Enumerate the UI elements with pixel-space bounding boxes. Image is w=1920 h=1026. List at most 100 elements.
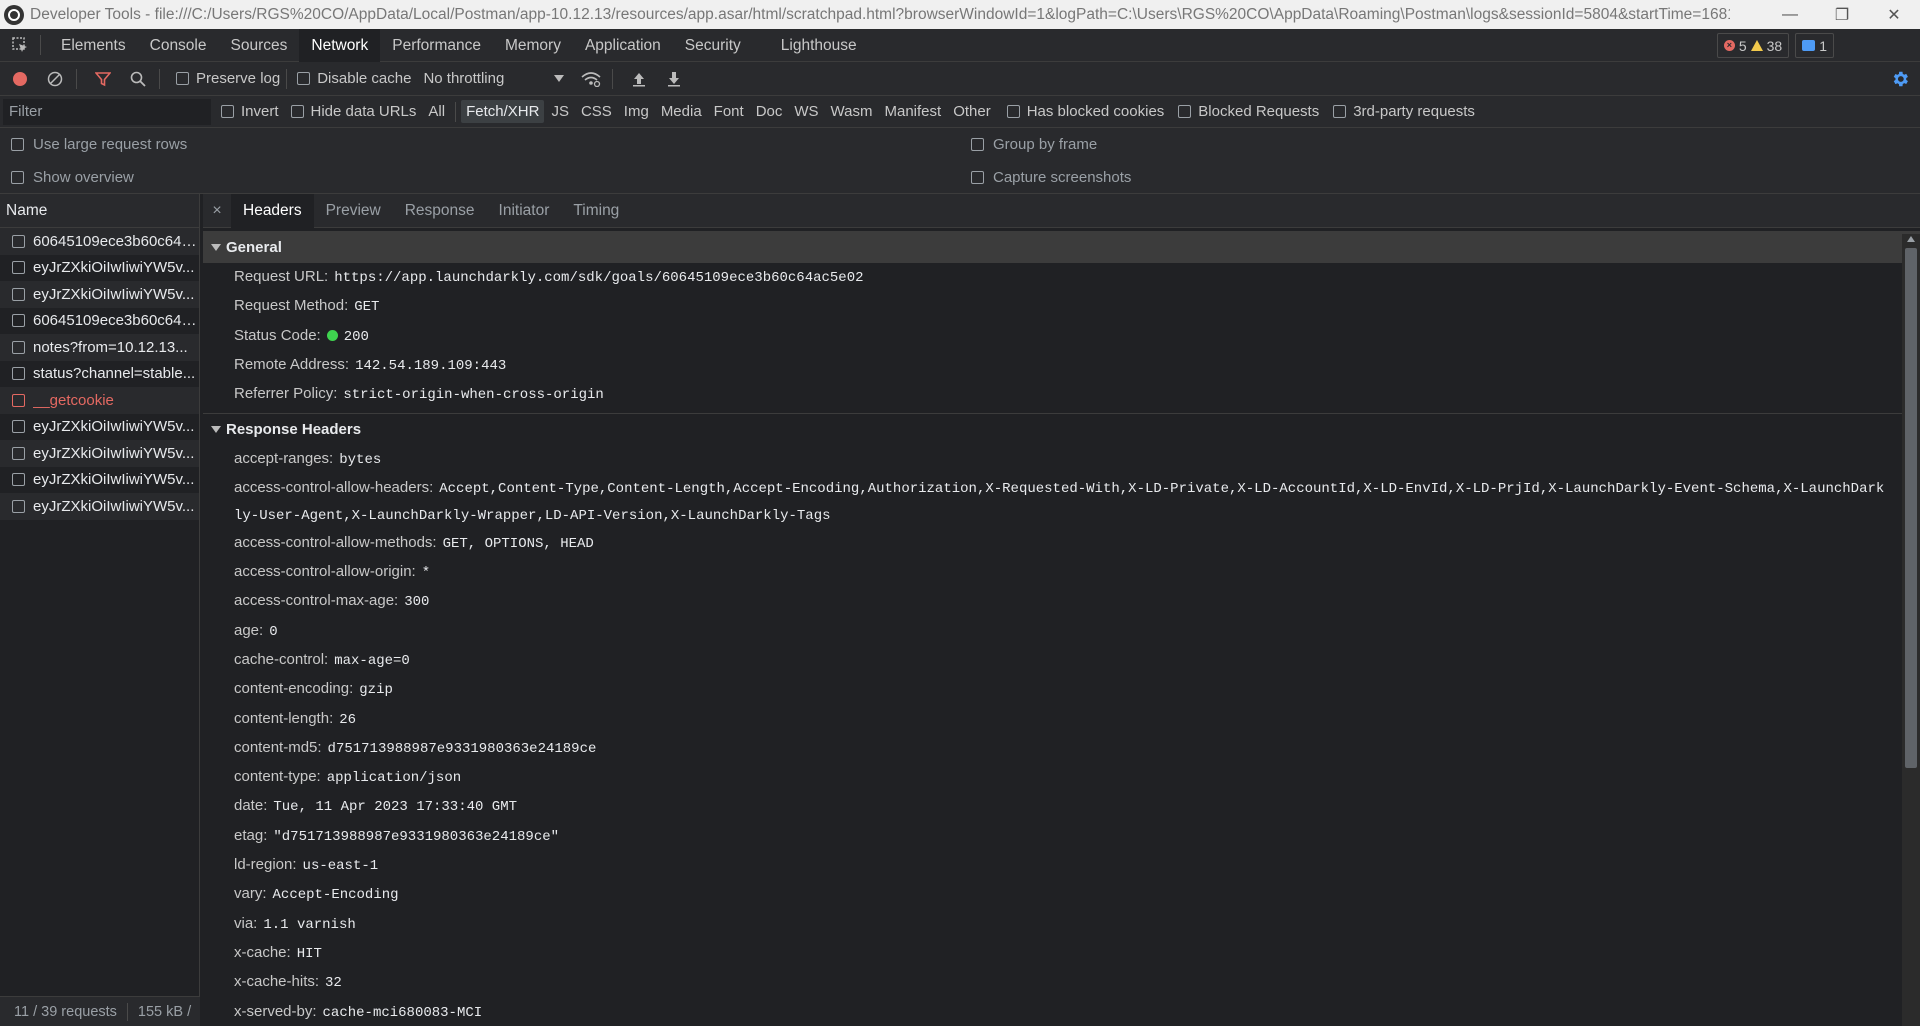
request-row[interactable]: 60645109ece3b60c64a... (0, 228, 199, 255)
restore-icon[interactable]: ❐ (1816, 0, 1868, 29)
request-row-checkbox[interactable] (12, 287, 25, 301)
network-settings-gear-icon[interactable] (1886, 65, 1914, 93)
checkbox-box[interactable] (1333, 105, 1347, 118)
network-status-bar: 11 / 39 requests 155 kB / (0, 996, 200, 1026)
disable-cache-checkbox[interactable]: Disable cache (297, 70, 411, 87)
checkbox-box[interactable] (11, 138, 24, 151)
header-row: access-control-allow-methods: GET, OPTION… (203, 529, 1920, 558)
filter-icon[interactable] (88, 65, 118, 93)
tab-security[interactable]: Security (673, 29, 753, 62)
tab-preview[interactable]: Preview (314, 194, 393, 228)
general-section-header[interactable]: General (203, 231, 1920, 263)
checkbox-box[interactable] (1006, 105, 1020, 118)
show-overview-checkbox[interactable]: Show overview (11, 169, 134, 186)
request-row[interactable]: eyJrZXkiOiIwIiwiYW5v... (0, 414, 199, 441)
type-filter-js[interactable]: JS (546, 100, 574, 123)
request-row-checkbox[interactable] (12, 420, 25, 434)
scrollbar-thumb[interactable] (1905, 248, 1917, 768)
response-headers-section-header[interactable]: Response Headers (203, 413, 1920, 445)
checkbox-box[interactable] (971, 138, 984, 151)
vertical-scrollbar[interactable] (1902, 234, 1920, 1026)
request-row-checkbox[interactable] (12, 393, 25, 407)
tab-sources[interactable]: Sources (219, 29, 300, 62)
tab-memory[interactable]: Memory (493, 29, 573, 62)
tab-console[interactable]: Console (138, 29, 219, 62)
request-row-checkbox[interactable] (12, 314, 25, 328)
capture-screenshots-checkbox[interactable]: Capture screenshots (971, 169, 1131, 186)
throttling-select[interactable]: No throttling (423, 70, 565, 87)
large-request-rows-checkbox[interactable]: Use large request rows (11, 136, 187, 153)
type-filter-fetch-xhr[interactable]: Fetch/XHR (461, 100, 545, 123)
import-har-icon[interactable] (624, 65, 654, 93)
checkbox-box[interactable] (290, 105, 304, 118)
request-row[interactable]: notes?from=10.12.13... (0, 334, 199, 361)
tab-performance[interactable]: Performance (380, 29, 493, 62)
name-column-header[interactable]: Name (0, 194, 199, 228)
request-row[interactable]: __getcookie (0, 387, 199, 414)
checkbox-box[interactable] (971, 171, 984, 184)
checkbox-box[interactable] (176, 72, 189, 85)
type-filter-img[interactable]: Img (619, 100, 654, 123)
invert-checkbox[interactable]: Invert (221, 103, 279, 120)
request-row-checkbox[interactable] (12, 261, 25, 275)
header-row: access-control-allow-headers: Accept,Cont… (203, 475, 1920, 529)
blocked-requests-checkbox[interactable]: Blocked Requests (1178, 103, 1319, 120)
type-filter-css[interactable]: CSS (576, 100, 617, 123)
request-row-checkbox[interactable] (12, 499, 25, 513)
close-icon[interactable]: ✕ (1868, 0, 1920, 29)
detail-tabbar: × Headers Preview Response Initiator Tim… (203, 193, 1920, 228)
request-row[interactable]: eyJrZXkiOiIwIiwiYW5v... (0, 440, 199, 467)
group-by-frame-checkbox[interactable]: Group by frame (971, 136, 1097, 153)
request-row[interactable]: status?channel=stable... (0, 361, 199, 388)
type-filter-manifest[interactable]: Manifest (880, 100, 947, 123)
request-row-checkbox[interactable] (12, 446, 25, 460)
request-row-checkbox[interactable] (12, 473, 25, 487)
checkbox-box[interactable] (297, 72, 311, 85)
tab-initiator[interactable]: Initiator (487, 194, 562, 228)
request-row[interactable]: 60645109ece3b60c64a... (0, 308, 199, 335)
type-filter-other[interactable]: Other (948, 100, 996, 123)
header-value: 26 (339, 711, 357, 728)
clear-icon[interactable] (40, 65, 70, 93)
hide-data-urls-checkbox[interactable]: Hide data URLs (290, 103, 416, 120)
message-counter[interactable]: 1 (1795, 33, 1834, 58)
checkbox-box[interactable] (11, 171, 24, 184)
checkbox-box[interactable] (221, 105, 234, 118)
export-har-icon[interactable] (659, 65, 689, 93)
scroll-up-arrow-icon[interactable] (1907, 236, 1915, 242)
postman-app-icon (4, 4, 24, 25)
type-filter-media[interactable]: Media (656, 100, 707, 123)
inspect-element-icon[interactable] (0, 29, 40, 62)
request-row[interactable]: eyJrZXkiOiIwIiwiYW5v... (0, 281, 199, 308)
request-row-checkbox[interactable] (12, 367, 25, 381)
type-filter-wasm[interactable]: Wasm (826, 100, 878, 123)
has-blocked-cookies-checkbox[interactable]: Has blocked cookies (1006, 103, 1164, 120)
filter-input[interactable] (3, 98, 211, 125)
error-warning-counter[interactable]: × 5 38 (1716, 33, 1790, 58)
type-filter-all[interactable]: All (423, 100, 450, 123)
preserve-log-checkbox[interactable]: Preserve log (176, 70, 280, 87)
devtools-main-tabbar: Elements Console Sources Network Perform… (0, 28, 1920, 83)
tab-headers[interactable]: Headers (231, 193, 314, 228)
type-filter-ws[interactable]: WS (789, 100, 823, 123)
minimize-icon[interactable]: — (1764, 0, 1816, 29)
tab-application[interactable]: Application (573, 29, 673, 62)
type-filter-doc[interactable]: Doc (751, 100, 788, 123)
network-conditions-icon[interactable] (576, 65, 606, 93)
type-filter-font[interactable]: Font (709, 100, 749, 123)
tab-response[interactable]: Response (393, 194, 487, 228)
checkbox-box[interactable] (1178, 105, 1192, 118)
third-party-requests-checkbox[interactable]: 3rd-party requests (1333, 103, 1475, 120)
request-row-checkbox[interactable] (12, 234, 25, 248)
tab-elements[interactable]: Elements (49, 29, 138, 62)
close-detail-icon[interactable]: × (203, 202, 231, 220)
request-row-checkbox[interactable] (12, 340, 25, 354)
tab-network[interactable]: Network (299, 28, 381, 62)
tab-lighthouse[interactable]: Lighthouse (769, 29, 869, 62)
request-row[interactable]: eyJrZXkiOiIwIiwiYW5v... (0, 255, 199, 282)
request-row[interactable]: eyJrZXkiOiIwIiwiYW5v... (0, 493, 199, 520)
record-icon[interactable] (5, 65, 35, 93)
search-icon[interactable] (123, 65, 153, 93)
tab-timing[interactable]: Timing (561, 194, 631, 228)
request-row[interactable]: eyJrZXkiOiIwIiwiYW5v... (0, 467, 199, 494)
